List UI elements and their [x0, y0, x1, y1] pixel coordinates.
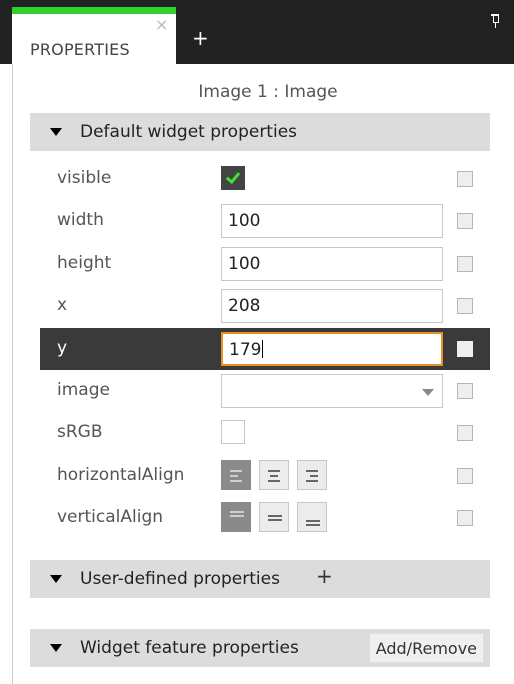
- bottom-align-icon[interactable]: [297, 502, 327, 532]
- y-input[interactable]: 179: [221, 332, 443, 366]
- prop-label: image: [57, 380, 110, 400]
- visible-binding-checkbox[interactable]: [457, 171, 473, 187]
- add-property-button[interactable]: +: [316, 566, 333, 586]
- section-label: Default widget properties: [80, 122, 298, 142]
- prop-row-x: x 208: [40, 285, 490, 327]
- prop-row-y: y 179: [40, 328, 490, 370]
- right-align-icon[interactable]: [297, 460, 327, 490]
- top-align-icon[interactable]: [221, 502, 251, 532]
- text-caret: [262, 340, 264, 358]
- srgb-checkbox[interactable]: [221, 420, 245, 444]
- vertical-align-binding-checkbox[interactable]: [457, 510, 473, 526]
- object-title: Image 1 : Image: [198, 82, 338, 102]
- y-input-value: 179: [229, 340, 262, 360]
- close-icon[interactable]: ×: [155, 17, 168, 33]
- middle-align-icon[interactable]: [259, 502, 289, 532]
- image-select[interactable]: [221, 374, 443, 408]
- tab-properties[interactable]: PROPERTIES ×: [12, 7, 176, 64]
- section-label: User-defined properties: [80, 569, 280, 589]
- add-remove-button[interactable]: Add/Remove: [368, 633, 484, 663]
- prop-label: verticalAlign: [57, 507, 164, 527]
- prop-row-srgb: sRGB: [40, 412, 490, 454]
- image-binding-checkbox[interactable]: [457, 383, 473, 399]
- center-align-icon[interactable]: [259, 460, 289, 490]
- x-binding-checkbox[interactable]: [457, 298, 473, 314]
- checkmark-icon: [225, 168, 241, 185]
- width-input[interactable]: 100: [221, 204, 443, 238]
- x-input[interactable]: 208: [221, 289, 443, 323]
- add-tab-button[interactable]: +: [192, 28, 209, 48]
- prop-label: x: [57, 295, 68, 315]
- visible-checkbox[interactable]: [221, 166, 245, 190]
- srgb-binding-checkbox[interactable]: [457, 425, 473, 441]
- section-widget-feature-properties[interactable]: Widget feature properties Add/Remove: [30, 629, 490, 667]
- section-default-properties[interactable]: Default widget properties: [30, 113, 490, 151]
- left-align-icon[interactable]: [221, 460, 251, 490]
- section-user-defined-properties[interactable]: User-defined properties +: [30, 560, 490, 598]
- horizontal-align-binding-checkbox[interactable]: [457, 468, 473, 484]
- y-binding-checkbox[interactable]: [457, 341, 473, 357]
- height-input[interactable]: 100: [221, 247, 443, 281]
- collapse-icon[interactable]: [50, 644, 62, 652]
- prop-label: height: [57, 253, 112, 273]
- prop-row-vertical-align: verticalAlign: [40, 497, 490, 539]
- tab-label: PROPERTIES: [30, 40, 130, 59]
- collapse-icon[interactable]: [50, 575, 62, 583]
- panel-header: PROPERTIES × +: [0, 0, 514, 64]
- collapse-icon[interactable]: [50, 128, 62, 136]
- prop-row-visible: visible: [40, 158, 490, 200]
- tab-active-indicator: [12, 7, 176, 14]
- prop-label: horizontalAlign: [57, 465, 185, 485]
- prop-row-height: height 100: [40, 243, 490, 285]
- prop-label: y: [57, 338, 68, 358]
- prop-label: width: [57, 210, 104, 230]
- chevron-down-icon: [422, 389, 434, 396]
- height-binding-checkbox[interactable]: [457, 256, 473, 272]
- panel-border: [12, 64, 13, 684]
- prop-row-width: width 100: [40, 200, 490, 242]
- prop-row-horizontal-align: horizontalAlign: [40, 455, 490, 497]
- prop-label: sRGB: [57, 422, 103, 442]
- prop-label: visible: [57, 168, 112, 188]
- section-label: Widget feature properties: [80, 638, 299, 658]
- prop-row-image: image: [40, 370, 490, 412]
- width-binding-checkbox[interactable]: [457, 213, 473, 229]
- pin-icon[interactable]: [490, 14, 500, 28]
